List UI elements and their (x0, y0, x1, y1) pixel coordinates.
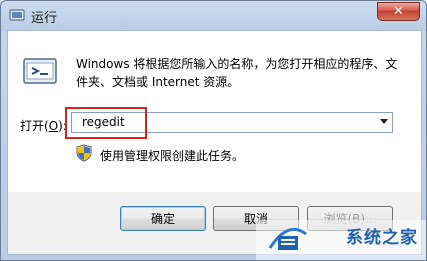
watermark-logo-icon (268, 227, 307, 250)
dialog-description: Windows 将根据您所输入的名称，为您打开相应的程序、文件夹、文档或 Int… (76, 57, 398, 89)
window-title: 运行 (31, 11, 58, 26)
close-button[interactable]: ✕ (377, 2, 420, 21)
run-icon (23, 58, 57, 84)
open-label: 打开(O): (20, 117, 67, 134)
run-app-icon (9, 9, 25, 21)
open-label-hotkey: O (48, 119, 59, 133)
shield-icon (76, 144, 92, 162)
open-label-prefix: 打开( (20, 119, 49, 133)
watermark: 系统之家 (256, 220, 426, 260)
dropdown-arrow-icon[interactable] (380, 119, 388, 124)
annotation-highlight-box (65, 107, 147, 139)
title-bar[interactable]: 运行 ✕ (1, 1, 426, 29)
ok-button[interactable]: 确定 (120, 206, 206, 231)
run-dialog-window: 运行 ✕ Windows 将根据您所输入的名称，为您打开相应的程序、文件夹、文档… (0, 0, 427, 261)
close-icon: ✕ (393, 4, 404, 19)
dialog-content: Windows 将根据您所输入的名称，为您打开相应的程序、文件夹、文档或 Int… (7, 30, 422, 194)
admin-privilege-text: 使用管理权限创建此任务。 (100, 149, 245, 163)
watermark-text: 系统之家 (346, 228, 418, 248)
